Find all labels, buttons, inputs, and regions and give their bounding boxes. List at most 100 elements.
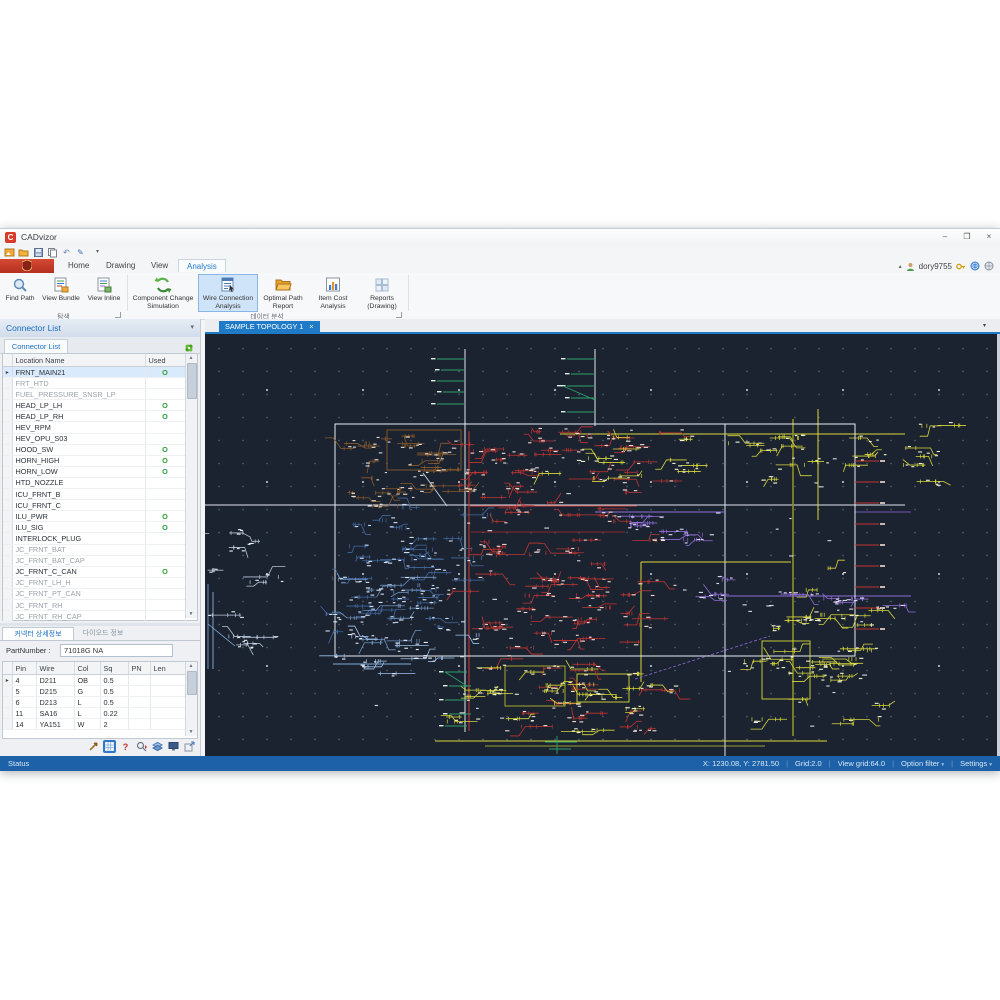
tools-icon[interactable] (87, 740, 100, 753)
part-number-field[interactable]: 71018G NA (60, 644, 173, 657)
group-dialog-launcher-icon[interactable] (396, 312, 402, 318)
column-header-wire[interactable]: Wire (36, 662, 75, 675)
table-row[interactable]: HOOD_SW O (3, 444, 186, 456)
grid-value[interactable]: Grid:2.0 (795, 759, 822, 768)
column-header-col[interactable]: Col (74, 662, 101, 675)
item-cost-analysis-button[interactable]: Item Cost Analysis (310, 275, 356, 311)
tab-view[interactable]: View (143, 259, 176, 272)
connector-list-tab[interactable]: Connector List (4, 339, 68, 354)
column-header-pn[interactable]: PN (128, 662, 151, 675)
table-row[interactable]: 6 D213 L 0.5 (3, 696, 186, 709)
tab-analysis[interactable]: Analysis (178, 259, 226, 272)
undo-icon[interactable]: ↶ (61, 247, 72, 258)
minimize-button[interactable]: – (934, 229, 956, 245)
table-row[interactable]: HTD_NOZZLE (3, 477, 186, 490)
scroll-down-icon[interactable]: ▼ (186, 729, 196, 735)
column-header-location-name[interactable]: Location Name (12, 354, 146, 367)
table-row[interactable]: FUEL_PRESSURE_SNSR_LP (3, 388, 186, 401)
column-header-len[interactable]: Len (150, 662, 186, 675)
reports-drawing-label: Reports (Drawing) (367, 295, 397, 311)
table-row[interactable]: ▸ 4 D211 OB 0.5 (3, 674, 186, 687)
external-link-icon[interactable] (183, 740, 196, 753)
tabstrip-menu-icon[interactable]: ▾ (983, 322, 986, 329)
topology-canvas[interactable] (205, 334, 1000, 756)
table-row[interactable]: ICU_FRNT_B (3, 488, 186, 501)
scroll-down-icon[interactable]: ▼ (186, 611, 196, 617)
panel-menu-caret-icon[interactable]: ▾ (190, 323, 194, 331)
reports-drawing-button[interactable]: Reports (Drawing) (358, 275, 406, 311)
table-row[interactable]: ▸ FRNT_MAIN21 O (3, 366, 186, 379)
pin-scrollbar[interactable]: ▲ ▼ (185, 662, 197, 736)
restore-button[interactable]: ❐ (956, 229, 978, 245)
table-row[interactable]: JC_FRNT_RH (3, 599, 186, 612)
open-image-icon[interactable] (4, 247, 15, 258)
tab-diode-info[interactable]: 다이오드 정보 (74, 627, 132, 640)
table-row[interactable]: INTERLOCK_PLUG (3, 532, 186, 545)
key-icon[interactable] (956, 262, 966, 271)
table-row[interactable]: HEAD_LP_LH O (3, 399, 186, 412)
table-row[interactable]: 11 SA16 L 0.22 (3, 707, 186, 720)
scroll-thumb[interactable] (187, 671, 197, 695)
help-icon[interactable]: ? (119, 740, 132, 753)
option-filter-dropdown[interactable]: Option filter ▾ (901, 759, 944, 768)
find-path-label: Find Path (5, 295, 35, 302)
open-folder-icon[interactable] (18, 247, 29, 258)
copy-icon[interactable] (47, 247, 58, 258)
scroll-thumb[interactable] (187, 363, 197, 399)
column-header-pin[interactable]: Pin (12, 662, 37, 675)
scroll-up-icon[interactable]: ▲ (186, 355, 196, 361)
table-row[interactable]: HEV_OPU_S03 (3, 433, 186, 445)
ribbon-collapse-icon[interactable]: ▴ (899, 263, 902, 270)
globe-gray-icon[interactable] (984, 261, 994, 271)
tab-home[interactable]: Home (60, 259, 97, 272)
component-change-simulation-button[interactable]: Component Change Simulation (130, 275, 196, 311)
find-path-button[interactable]: Find Path (2, 275, 38, 311)
view-bundle-button[interactable]: View Bundle (40, 275, 82, 311)
monitor-icon[interactable] (167, 740, 180, 753)
table-row[interactable]: JC_FRNT_PT_CAN (3, 588, 186, 600)
view-grid-value[interactable]: View grid:64.0 (838, 759, 885, 768)
document-tab[interactable]: SAMPLE TOPOLOGY 1 × (219, 321, 320, 332)
view-inline-button[interactable]: View Inline (84, 275, 124, 311)
close-button[interactable]: × (978, 229, 1000, 245)
document-tab-close-icon[interactable]: × (309, 321, 313, 332)
settings-dropdown[interactable]: Settings ▾ (960, 759, 992, 768)
app-menu-button[interactable] (0, 259, 54, 273)
optimal-path-report-button[interactable]: Optimal Path Report (258, 275, 308, 311)
table-row[interactable]: 5 D215 G 0.5 (3, 685, 186, 698)
connector-scrollbar[interactable]: ▲ ▼ (185, 354, 197, 618)
table-row[interactable]: ILU_PWR O (3, 510, 186, 523)
table-row[interactable]: 14 YA151 W 2 (3, 718, 186, 731)
table-row[interactable]: HEAD_LP_RH O (3, 410, 186, 423)
quick-access-toolbar: ↶ ✎ ▾ (0, 246, 1000, 259)
table-row[interactable]: FRT_HTD (3, 377, 186, 390)
column-header-used[interactable]: Used (145, 354, 186, 367)
table-row[interactable]: JC_FRNT_C_CAN O (3, 566, 186, 578)
save-icon[interactable] (33, 247, 44, 258)
zoom-select-icon[interactable] (135, 740, 148, 753)
table-row[interactable]: HORN_HIGH O (3, 455, 186, 467)
datasheet-icon[interactable] (103, 740, 116, 753)
layers-icon[interactable] (151, 740, 164, 753)
globe-blue-icon[interactable] (970, 261, 980, 271)
edit-pen-icon[interactable]: ✎ (75, 247, 86, 258)
group-dialog-launcher-icon[interactable] (115, 312, 121, 318)
column-header-sq[interactable]: Sq (100, 662, 129, 675)
table-row[interactable]: JC_FRNT_LH_H (3, 577, 186, 589)
scroll-up-icon[interactable]: ▲ (186, 663, 196, 669)
tab-connector-detail[interactable]: 커넥터 상세정보 (2, 627, 74, 641)
table-row[interactable]: JC_FRNT_BAT_CAP (3, 555, 186, 567)
table-row[interactable]: JC_FRNT_BAT (3, 544, 186, 556)
caret-down-icon: ▾ (941, 762, 945, 768)
connector-detail-panel: 커넥터 상세정보 다이오드 정보 PartNumber : 71018G NA … (0, 626, 200, 756)
ribbon-tab-row: Home Drawing View Analysis ▴ dory9755 (0, 259, 1000, 273)
tab-drawing[interactable]: Drawing (98, 259, 143, 272)
wire-connection-analysis-button[interactable]: Wire Connection Analysis (198, 274, 258, 312)
table-row[interactable]: HORN_LOW O (3, 466, 186, 478)
quickbar-more-caret-icon[interactable]: ▾ (92, 247, 103, 258)
table-row[interactable]: ILU_SIG O (3, 521, 186, 534)
table-row[interactable]: JC_FRNT_RH_CAP (3, 610, 186, 623)
table-row[interactable]: ICU_FRNT_C (3, 499, 186, 512)
view-bundle-label: View Bundle (42, 295, 80, 302)
table-row[interactable]: HEV_RPM (3, 421, 186, 434)
